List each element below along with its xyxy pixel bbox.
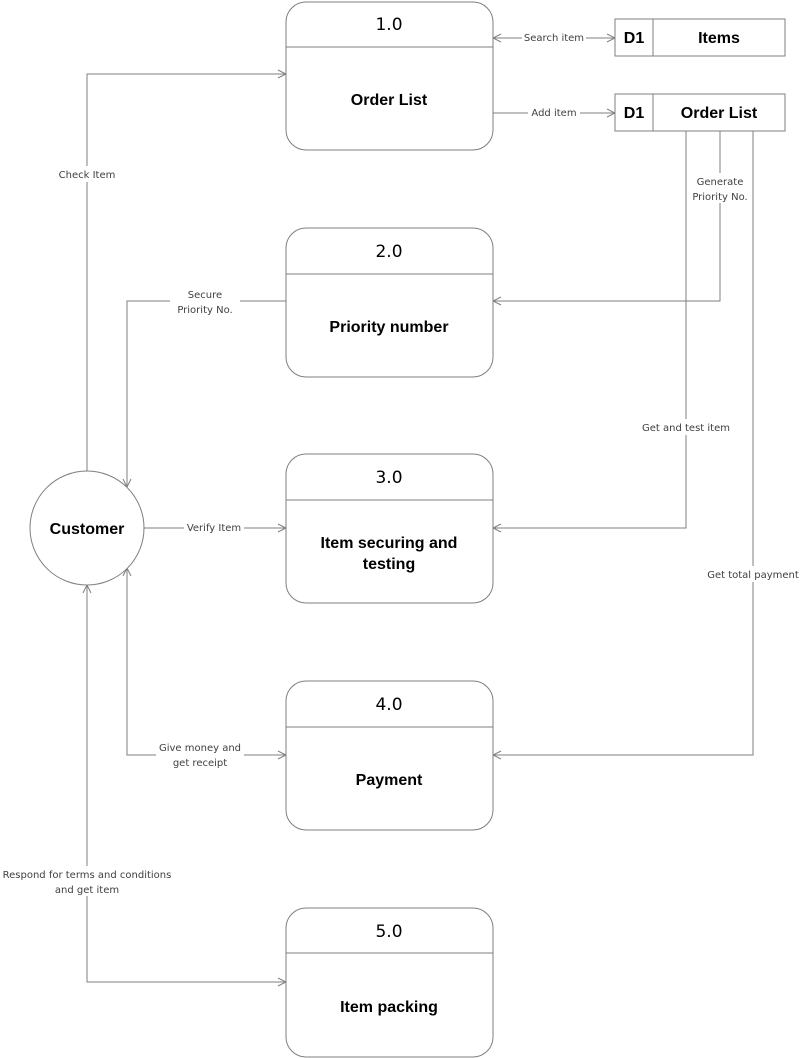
process-number: 5.0 <box>375 922 402 942</box>
process-number: 4.0 <box>375 695 402 715</box>
flow-label: Give money and <box>159 743 241 754</box>
flow-label: Get total payment <box>707 570 799 581</box>
flow-label: and get item <box>55 885 119 896</box>
flow-get-total-payment: Get total payment <box>493 131 800 755</box>
process-title: Payment <box>356 772 423 789</box>
flow-label: Respond for terms and conditions <box>3 870 172 881</box>
flow-generate-priority: Generate Priority No. <box>493 131 752 301</box>
flow-verify-item: Verify Item <box>144 521 286 535</box>
data-store-order-list: D1 Order List <box>614 93 786 132</box>
process-2: 2.0 Priority number <box>285 227 494 378</box>
flow-label: Priority No. <box>177 305 232 316</box>
flow-label: Priority No. <box>692 192 747 203</box>
process-title: Item packing <box>340 999 438 1016</box>
process-4: 4.0 Payment <box>285 680 494 831</box>
data-store-items: D1 Items <box>614 18 786 57</box>
process-1: 1.0 Order List <box>285 1 494 151</box>
store-name: Order List <box>681 105 758 122</box>
process-title: Item securing and <box>321 535 458 552</box>
process-5: 5.0 Item packing <box>285 907 494 1058</box>
store-id: D1 <box>624 105 645 122</box>
flow-secure-priority: Secure Priority No. <box>127 287 286 487</box>
process-number: 1.0 <box>375 15 402 35</box>
process-number: 3.0 <box>375 468 402 488</box>
flow-add-item: Add item <box>493 106 615 120</box>
process-title: Order List <box>351 92 428 109</box>
flow-give-money: Give money and get receipt <box>127 568 286 770</box>
flow-label: Check Item <box>59 170 116 181</box>
process-title: Priority number <box>329 319 448 336</box>
data-flow-diagram: Check Item Search item Add item Generate… <box>0 1 800 1058</box>
external-entity-customer: Customer <box>29 470 145 586</box>
flow-label: Generate <box>697 177 744 188</box>
process-title: testing <box>363 556 415 573</box>
flow-label: Search item <box>524 33 584 44</box>
flow-label: Secure <box>188 290 222 301</box>
flow-label: Verify Item <box>187 523 241 534</box>
entity-label: Customer <box>50 521 125 538</box>
flow-label: Add item <box>531 108 576 119</box>
flow-search-item: Search item <box>493 31 615 45</box>
process-3: 3.0 Item securing and testing <box>285 453 494 604</box>
flow-label: Get and test item <box>642 423 730 434</box>
flow-label: get receipt <box>173 758 227 769</box>
store-name: Items <box>698 30 740 47</box>
flow-respond-terms: Respond for terms and conditions and get… <box>0 585 286 982</box>
process-number: 2.0 <box>375 242 402 262</box>
store-id: D1 <box>624 30 645 47</box>
flow-check-item: Check Item <box>55 74 286 471</box>
